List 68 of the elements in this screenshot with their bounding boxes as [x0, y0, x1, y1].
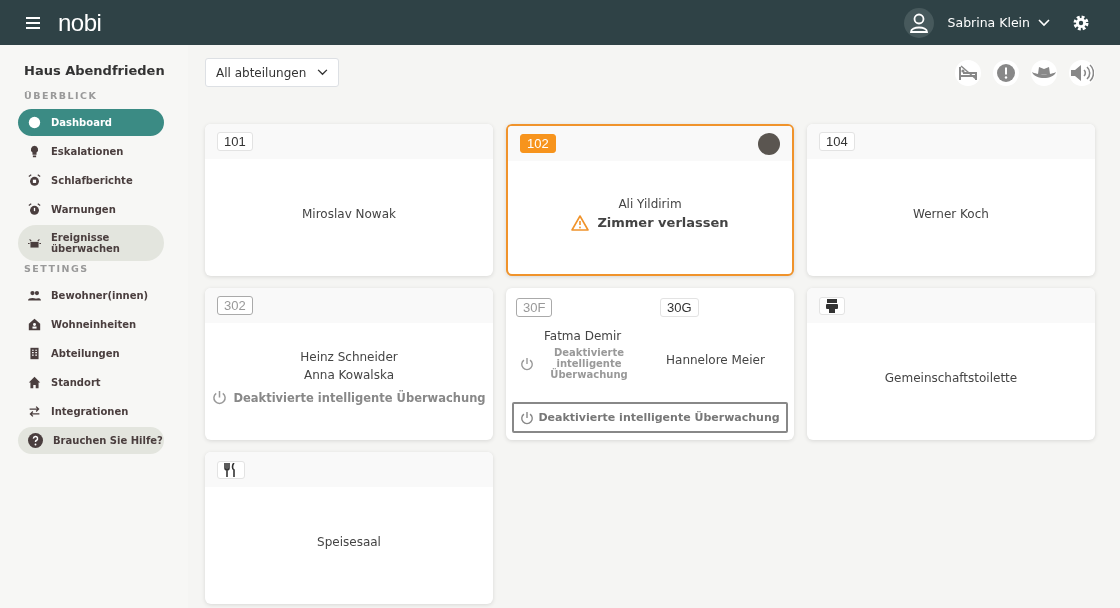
- speaker-icon[interactable]: [1069, 59, 1095, 86]
- status-text: Deaktivierte intelligente Überwachung: [549, 347, 629, 380]
- alarm-clock-icon: [28, 174, 41, 187]
- fork-knife-icon: [224, 462, 238, 477]
- room-name: Gemeinschaftstoilette: [884, 370, 1018, 385]
- room-card[interactable]: 101 Miroslav Nowak: [205, 124, 493, 276]
- sidebar-item[interactable]: Eskalationen: [18, 138, 164, 165]
- power-icon: [520, 356, 534, 371]
- department-dropdown[interactable]: All abteilungen: [205, 58, 339, 87]
- room-number: 104: [819, 132, 855, 151]
- sidebar-item[interactable]: Schlafberichte: [18, 167, 164, 194]
- sidebar-item[interactable]: Warnungen: [18, 196, 164, 223]
- power-icon: [520, 410, 535, 425]
- sidebar-item[interactable]: Wohneinheiten: [18, 311, 164, 338]
- alarm-clock-icon: [28, 203, 41, 216]
- avatar-placeholder: [758, 132, 780, 155]
- section-heading: ÜBERBLICK: [24, 90, 99, 101]
- sidebar-item[interactable]: Dashboard: [18, 109, 164, 136]
- building-icon: [28, 347, 41, 360]
- sidebar-item[interactable]: Ereignisse überwachen: [18, 225, 164, 261]
- resident-name: Ali Yildirim: [618, 196, 682, 211]
- house-icon: [28, 376, 41, 389]
- lightbulb-icon: [28, 145, 41, 158]
- hat-icon[interactable]: [1031, 59, 1057, 86]
- sidebar-item[interactable]: Standort: [18, 369, 164, 396]
- room-number: 101: [217, 132, 253, 151]
- power-icon: [212, 390, 228, 405]
- room-number: 30G: [660, 298, 699, 317]
- user-menu[interactable]: Sabrina Klein: [947, 15, 1050, 30]
- room-card[interactable]: Gemeinschaftstoilette: [807, 288, 1095, 440]
- room-number: 30F: [516, 298, 553, 317]
- bed-crossed-icon[interactable]: [955, 59, 981, 86]
- user-avatar-icon[interactable]: [903, 7, 934, 38]
- room-number: 102: [520, 134, 556, 153]
- toilet-icon: [826, 298, 838, 313]
- sidebar-item[interactable]: Abteilungen: [18, 340, 164, 367]
- resident-name: Miroslav Nowak: [302, 206, 396, 221]
- room-number: 302: [217, 296, 253, 315]
- resident-name: Werner Koch: [913, 206, 989, 221]
- resident-name: Heinz Schneider: [300, 350, 398, 364]
- sidebar-item[interactable]: Integrationen: [18, 398, 164, 425]
- alert-text: Zimmer verlassen: [597, 215, 729, 230]
- room-card[interactable]: Speisesaal: [205, 452, 493, 604]
- exclamation-icon[interactable]: [993, 59, 1019, 86]
- people-icon: [28, 289, 41, 302]
- house-person-icon: [28, 318, 41, 331]
- section-heading: SETTINGS: [24, 263, 90, 274]
- help-button[interactable]: Brauchen Sie Hilfe?: [18, 427, 164, 454]
- menu-icon[interactable]: [26, 16, 40, 29]
- room-card[interactable]: 104 Werner Koch: [807, 124, 1095, 276]
- room-card[interactable]: 30F Fatma Demir Deaktivierte intelligente Überwachung 30G Hannelore Meier Deaktivierte intelligente Überwachung: [506, 288, 794, 440]
- resident-name: Anna Kowalska: [303, 368, 394, 382]
- chevron-down-icon: [317, 69, 328, 76]
- room-card[interactable]: 102 Ali Yildirim Zimmer verlassen: [506, 124, 794, 276]
- room-card[interactable]: 302 Heinz Schneider Anna Kowalska Deaktivierte intelligente Überwachung: [205, 288, 493, 440]
- facility-name: Haus Abendfrieden: [24, 63, 166, 78]
- resident-name: Hannelore Meier: [666, 353, 765, 367]
- resident-name: Fatma Demir: [544, 329, 622, 343]
- swap-arrows-icon: [28, 405, 41, 418]
- logo[interactable]: nobi: [58, 8, 102, 37]
- chevron-down-icon: [1038, 18, 1050, 27]
- sidebar-item[interactable]: Bewohner(innen): [18, 282, 164, 309]
- help-icon: [28, 433, 43, 448]
- settings-icon[interactable]: [1072, 13, 1090, 32]
- deactivated-monitoring-button[interactable]: Deaktivierte intelligente Überwachung: [512, 402, 788, 433]
- room-name: Speisesaal: [317, 534, 381, 549]
- status-text: Deaktivierte intelligente Überwachung: [233, 390, 486, 405]
- warning-icon: [571, 214, 590, 231]
